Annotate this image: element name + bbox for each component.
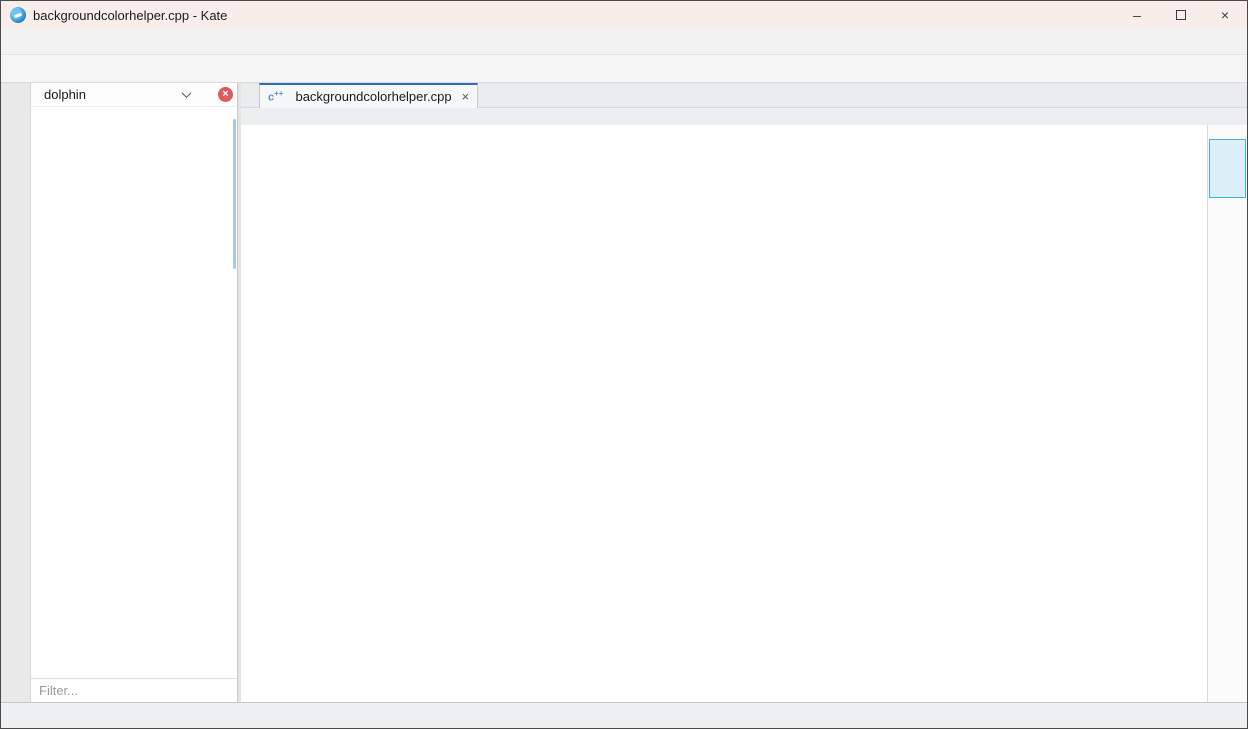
close-button[interactable]: ×: [1203, 1, 1247, 29]
tab-backgroundcolorhelper[interactable]: c++ backgroundcolorhelper.cpp ×: [259, 83, 478, 108]
project-header: dolphin ×: [31, 83, 237, 107]
main-area: dolphin × c++ bac: [1, 83, 1247, 702]
tab-bar-actions: [1229, 83, 1247, 107]
minimap-viewport[interactable]: [1209, 139, 1246, 198]
refresh-button[interactable]: [195, 86, 213, 104]
window-title: backgroundcolorhelper.cpp - Kate: [33, 8, 227, 23]
project-selector[interactable]: dolphin: [39, 87, 190, 102]
kate-window: backgroundcolorhelper.cpp - Kate – × dol…: [0, 0, 1248, 729]
maximize-button[interactable]: [1159, 1, 1203, 29]
kate-logo: [10, 7, 26, 23]
close-project-button[interactable]: ×: [218, 87, 233, 102]
tab-nav: [241, 83, 259, 107]
toolbar: [1, 55, 1247, 83]
breadcrumb: [241, 108, 1247, 125]
minimize-button[interactable]: –: [1115, 1, 1159, 29]
editor-column: c++ backgroundcolorhelper.cpp ×: [241, 83, 1247, 702]
maximize-icon: [1176, 10, 1186, 20]
cpp-file-icon: c++: [268, 89, 283, 104]
menu-bar: [1, 29, 1247, 55]
tab-bar: c++ backgroundcolorhelper.cpp ×: [241, 83, 1247, 108]
code-editor[interactable]: [241, 125, 1207, 702]
left-tool-sidebar: [1, 83, 31, 702]
editor-body: [241, 125, 1247, 702]
project-panel: dolphin ×: [31, 83, 238, 702]
tab-close-icon[interactable]: ×: [462, 89, 470, 104]
window-controls: – ×: [1115, 1, 1247, 29]
tree-scrollbar[interactable]: [233, 119, 236, 269]
tab-label: backgroundcolorhelper.cpp: [295, 89, 451, 104]
filter-input[interactable]: [31, 679, 237, 702]
chevron-down-icon: [182, 88, 192, 98]
filter-box: [31, 678, 237, 702]
minimap[interactable]: [1207, 125, 1247, 702]
bottom-bar: [1, 702, 1247, 728]
project-name: dolphin: [44, 87, 86, 102]
title-bar: backgroundcolorhelper.cpp - Kate – ×: [1, 1, 1247, 29]
project-tree: [31, 107, 237, 678]
